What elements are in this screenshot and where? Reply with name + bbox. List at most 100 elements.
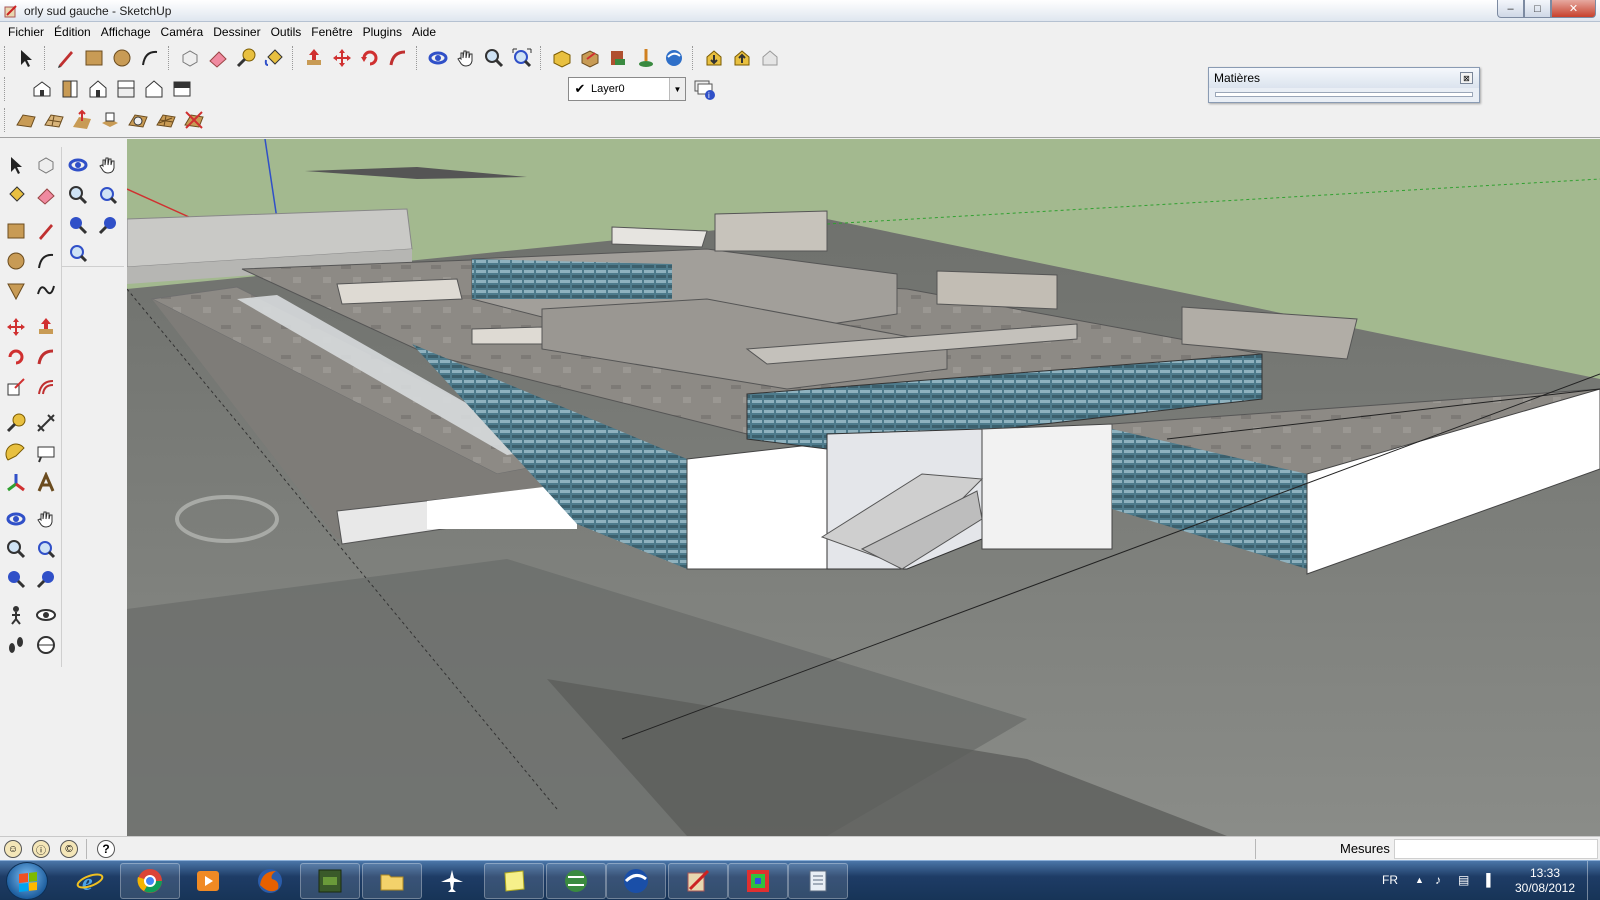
- menu-fenetre[interactable]: Fenêtre: [306, 22, 357, 42]
- smoove-icon[interactable]: [68, 106, 96, 134]
- document-app-taskbar-icon[interactable]: [788, 863, 848, 899]
- pan-hand-icon[interactable]: [32, 505, 60, 533]
- sandbox-from-contours-icon[interactable]: [12, 106, 40, 134]
- previous-view-icon[interactable]: [2, 565, 30, 593]
- share-model-icon[interactable]: [576, 44, 604, 72]
- protractor-icon[interactable]: [2, 439, 30, 467]
- axes-icon[interactable]: [2, 469, 30, 497]
- measurements-input[interactable]: [1394, 839, 1598, 859]
- get-photo-texture-icon[interactable]: [604, 44, 632, 72]
- maximize-button[interactable]: □: [1524, 0, 1551, 18]
- arc-icon[interactable]: [136, 44, 164, 72]
- help-icon[interactable]: ?: [97, 840, 115, 858]
- share-component-icon[interactable]: [728, 44, 756, 72]
- network-signal-icon[interactable]: ▐: [1482, 873, 1491, 887]
- model-viewport[interactable]: [127, 139, 1600, 836]
- airplane-app-taskbar-icon[interactable]: [422, 863, 482, 899]
- scale-icon[interactable]: [2, 373, 30, 401]
- polygon-icon[interactable]: [2, 277, 30, 305]
- eraser-icon[interactable]: [204, 44, 232, 72]
- walk-icon[interactable]: [2, 631, 30, 659]
- right-view-icon[interactable]: [112, 75, 140, 103]
- move-icon[interactable]: [328, 44, 356, 72]
- sketchup-taskbar-icon[interactable]: [668, 863, 728, 899]
- dimension-icon[interactable]: [32, 409, 60, 437]
- show-hidden-icons-icon[interactable]: ▲: [1415, 875, 1424, 885]
- network-app-taskbar-icon[interactable]: [546, 863, 606, 899]
- image-viewer-taskbar-icon[interactable]: [728, 863, 788, 899]
- layer-manager-icon[interactable]: i: [692, 78, 718, 102]
- rotate-icon[interactable]: [356, 44, 384, 72]
- orbit-icon[interactable]: [2, 505, 30, 533]
- zoom-extents-icon[interactable]: [64, 239, 92, 267]
- zoom-window-icon[interactable]: [94, 181, 122, 209]
- arc-icon[interactable]: [32, 247, 60, 275]
- select-tool-icon[interactable]: [12, 44, 40, 72]
- 3d-text-icon[interactable]: [32, 469, 60, 497]
- next-view-icon[interactable]: [32, 565, 60, 593]
- toolbar-grip[interactable]: [4, 77, 8, 101]
- close-panel-icon[interactable]: ⊠: [1460, 72, 1473, 84]
- orbit-icon[interactable]: [64, 151, 92, 179]
- pan-hand-icon[interactable]: [452, 44, 480, 72]
- pencil-icon[interactable]: [52, 44, 80, 72]
- start-button[interactable]: [6, 862, 48, 900]
- google-earth-taskbar-icon[interactable]: [606, 863, 666, 899]
- zoom-icon[interactable]: [64, 181, 92, 209]
- paint-bucket-icon[interactable]: [2, 181, 30, 209]
- move-icon[interactable]: [2, 313, 30, 341]
- volume-icon[interactable]: ♪: [1435, 873, 1441, 887]
- front-view-icon[interactable]: [84, 75, 112, 103]
- rectangle-icon[interactable]: [80, 44, 108, 72]
- menu-affichage[interactable]: Affichage: [96, 22, 156, 42]
- materials-panel-title[interactable]: Matières: [1209, 68, 1479, 88]
- menu-fichier[interactable]: Fichier: [3, 22, 49, 42]
- add-detail-icon[interactable]: [152, 106, 180, 134]
- menu-edition[interactable]: Édition: [49, 22, 96, 42]
- follow-me-icon[interactable]: [384, 44, 412, 72]
- menu-camera[interactable]: Caméra: [156, 22, 209, 42]
- chrome-taskbar-icon[interactable]: [120, 863, 180, 899]
- circle-icon[interactable]: [108, 44, 136, 72]
- credits-icon[interactable]: ⓘ: [32, 840, 50, 858]
- file-explorer-taskbar-icon[interactable]: [362, 863, 422, 899]
- menu-dessiner[interactable]: Dessiner: [208, 22, 265, 42]
- geo-location-icon[interactable]: ☺: [4, 840, 22, 858]
- next-view-icon[interactable]: [94, 211, 122, 239]
- toolbar-grip[interactable]: [4, 108, 8, 132]
- firefox-taskbar-icon[interactable]: [240, 863, 300, 899]
- stamp-icon[interactable]: [96, 106, 124, 134]
- zoom-icon[interactable]: [2, 535, 30, 563]
- push-pull-icon[interactable]: [32, 313, 60, 341]
- position-camera-icon[interactable]: [2, 601, 30, 629]
- tape-measure-icon[interactable]: [232, 44, 260, 72]
- chevron-down-icon[interactable]: ▼: [669, 78, 685, 100]
- previous-view-icon[interactable]: [64, 211, 92, 239]
- menu-plugins[interactable]: Plugins: [358, 22, 407, 42]
- top-view-icon[interactable]: [56, 75, 84, 103]
- toolbar-grip[interactable]: [4, 46, 8, 70]
- sandbox-from-scratch-icon[interactable]: [40, 106, 68, 134]
- materials-panel-resize-bar[interactable]: [1215, 92, 1473, 97]
- pan-hand-icon[interactable]: [94, 151, 122, 179]
- rotate-icon[interactable]: [2, 343, 30, 371]
- pencil-icon[interactable]: [32, 217, 60, 245]
- drape-icon[interactable]: [124, 106, 152, 134]
- circle-icon[interactable]: [2, 247, 30, 275]
- get-models-warehouse-icon[interactable]: [700, 44, 728, 72]
- layer-dropdown[interactable]: ✔ Layer0 ▼: [568, 77, 686, 101]
- paint-bucket-icon[interactable]: [260, 44, 288, 72]
- internet-explorer-taskbar-icon[interactable]: e: [60, 863, 120, 899]
- iso-view-icon[interactable]: [28, 75, 56, 103]
- zoom-extents-icon[interactable]: [508, 44, 536, 72]
- eraser-icon[interactable]: [32, 181, 60, 209]
- taskbar-clock[interactable]: 13:33 30/08/2012: [1512, 866, 1578, 896]
- google-earth-icon[interactable]: [660, 44, 688, 72]
- back-view-icon[interactable]: [140, 75, 168, 103]
- flip-edge-icon[interactable]: [180, 106, 208, 134]
- language-indicator[interactable]: FR: [1382, 873, 1398, 887]
- close-button[interactable]: ✕: [1551, 0, 1596, 18]
- section-plane-icon[interactable]: [32, 631, 60, 659]
- left-view-icon[interactable]: [168, 75, 196, 103]
- orbit-icon[interactable]: [424, 44, 452, 72]
